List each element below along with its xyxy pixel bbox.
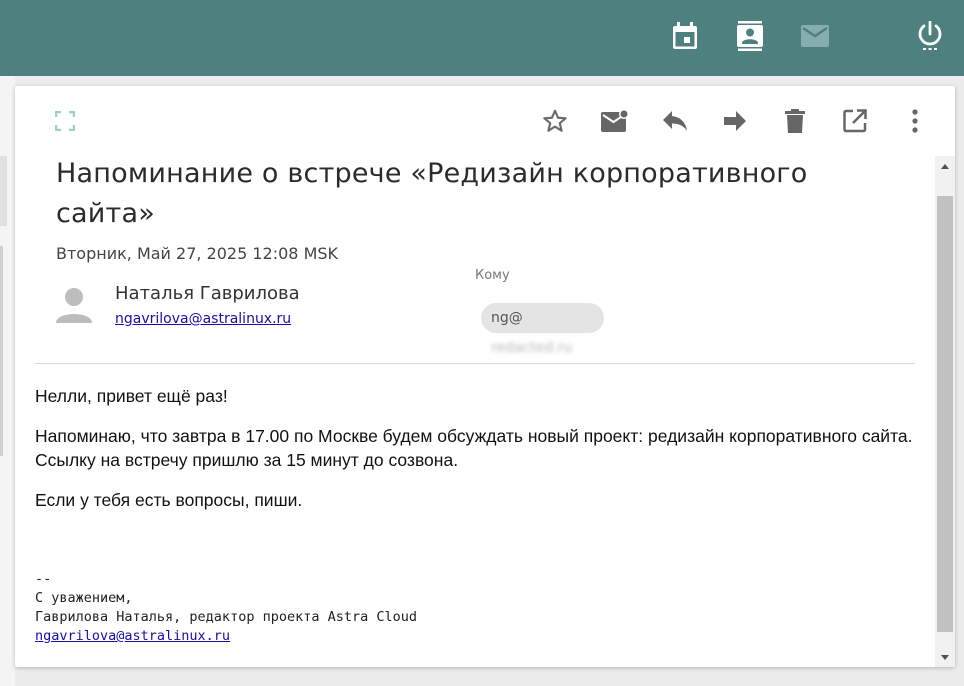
recipient-chip[interactable]: ng@ redacted.ru	[481, 303, 604, 356]
star-icon[interactable]	[540, 106, 570, 136]
mail-icon[interactable]	[799, 20, 831, 52]
signature-separator: --	[35, 571, 52, 587]
sender-avatar-icon	[56, 287, 92, 327]
sender-name: Наталья Гаврилова	[115, 283, 300, 304]
recipient-redacted: redacted.ru	[491, 340, 573, 356]
calendar-icon[interactable]	[669, 20, 701, 52]
app-header	[0, 0, 964, 76]
message-body: Нелли, привет ещё раз! Напоминаю, что за…	[35, 384, 915, 528]
delete-icon[interactable]	[780, 106, 810, 136]
sender-email-link[interactable]: ngavrilova@astralinux.ru	[115, 311, 291, 327]
scroll-thumb[interactable]	[937, 196, 953, 632]
message-view: Напоминание о встрече «Редизайн корпорат…	[15, 86, 955, 667]
vertical-scrollbar[interactable]	[935, 156, 955, 667]
header-divider	[35, 363, 915, 364]
body-greeting: Нелли, привет ещё раз!	[35, 386, 228, 406]
forward-icon[interactable]	[720, 106, 750, 136]
scroll-up-arrow-icon[interactable]	[935, 156, 955, 176]
message-list-edge	[0, 76, 15, 686]
more-vert-icon[interactable]	[900, 106, 930, 136]
signature-email-link[interactable]: ngavrilova@astralinux.ru	[35, 628, 230, 644]
recipient-label: Кому	[475, 268, 510, 283]
message-signature: -- С уважением, Гаврилова Наталья, редакто…	[35, 570, 417, 646]
fullscreen-icon[interactable]	[50, 106, 80, 136]
message-date: Вторник, Май 27, 2025 12:08 MSK	[56, 244, 339, 263]
message-subject: Напоминание о встрече «Редизайн корпорат…	[56, 158, 808, 229]
message-content[interactable]: Напоминание о встрече «Редизайн корпорат…	[15, 154, 935, 667]
power-icon[interactable]	[914, 20, 946, 52]
mark-unread-icon[interactable]	[600, 106, 630, 136]
open-external-icon[interactable]	[840, 106, 870, 136]
contacts-icon[interactable]	[734, 20, 766, 52]
body-paragraph: Напоминаю, что завтра в 17.00 по Москве …	[35, 426, 913, 470]
body-closing: Если у тебя есть вопросы, пиши.	[35, 490, 303, 510]
signature-regards: С уважением,	[35, 590, 133, 606]
signature-role: Гаврилова Наталья, редактор проекта Astr…	[35, 609, 418, 625]
scroll-down-arrow-icon[interactable]	[935, 647, 955, 667]
reply-icon[interactable]	[660, 106, 690, 136]
recipient-prefix: ng@	[491, 310, 523, 326]
